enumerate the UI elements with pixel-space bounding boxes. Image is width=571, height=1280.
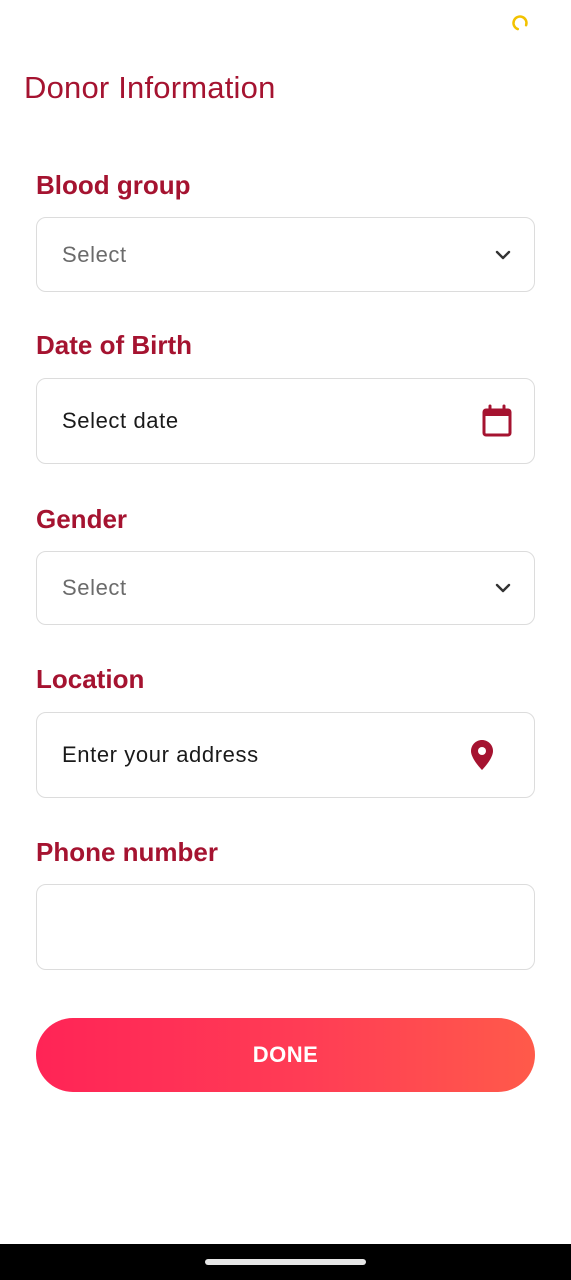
blood-group-placeholder: Select [62,241,127,267]
phone-number-label: Phone number [36,837,219,867]
done-button[interactable]: DONE [36,1018,535,1092]
location-input[interactable]: Enter your address [36,712,535,798]
system-navigation-bar [0,1244,571,1280]
location-pin-icon[interactable] [470,739,494,771]
location-label: Location [36,664,145,694]
chevron-down-icon [492,244,514,266]
gender-select[interactable]: Select [36,551,535,625]
location-value: Enter your address [62,742,259,767]
blood-group-select[interactable]: Select [36,217,535,292]
page-title: Donor Information [24,70,276,105]
calendar-icon[interactable] [480,404,514,438]
loading-spinner-icon [511,14,529,32]
donor-information-screen: Donor Information Blood group Select Dat… [0,0,571,1280]
phone-number-input[interactable] [36,884,535,970]
date-of-birth-value: Select date [62,408,179,433]
home-gesture-handle[interactable] [205,1259,366,1265]
date-of-birth-picker[interactable]: Select date [36,378,535,464]
date-of-birth-label: Date of Birth [36,330,192,360]
gender-placeholder: Select [62,575,127,600]
gender-label: Gender [36,504,128,534]
blood-group-label: Blood group [36,170,191,200]
done-button-label: DONE [252,1042,319,1067]
chevron-down-icon [492,577,514,599]
